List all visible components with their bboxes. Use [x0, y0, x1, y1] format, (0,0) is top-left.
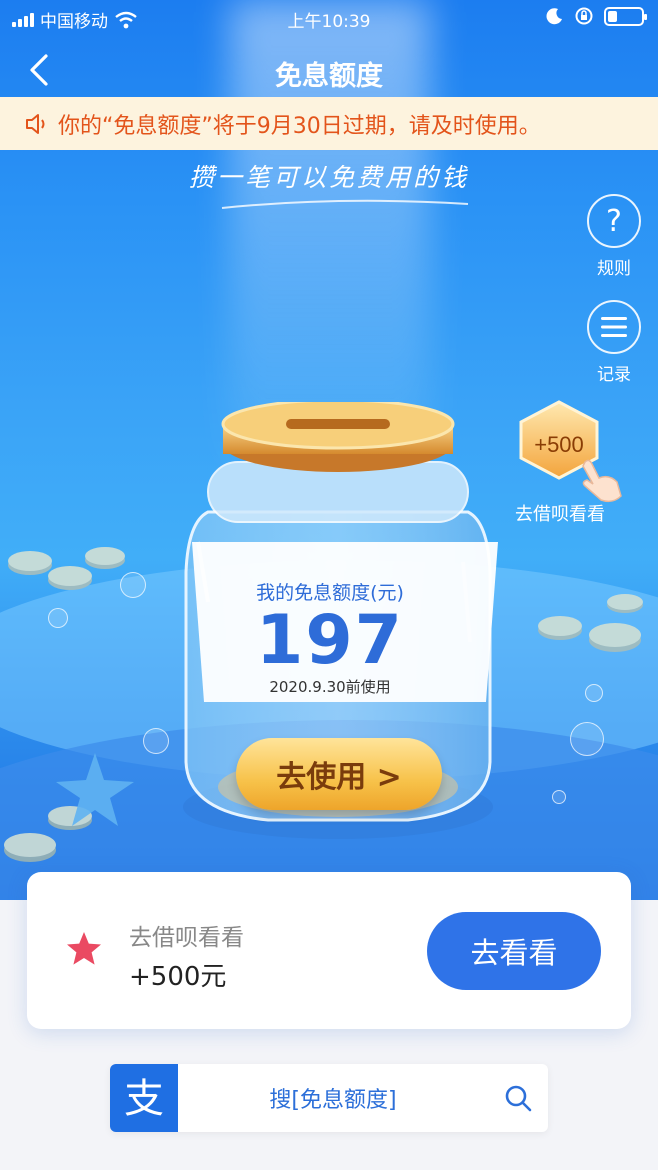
slogan: 攒一笔可以免费用的钱 — [188, 163, 469, 192]
promo-card: 去借呗看看 +500元 去看看 — [27, 872, 631, 1029]
battery-icon — [604, 6, 647, 26]
menu-list-icon — [587, 300, 641, 354]
free-credit-value: 197 — [256, 601, 404, 680]
starfish-icon — [56, 753, 134, 826]
promo-label[interactable]: 去借呗看看 — [500, 500, 620, 526]
rules-button[interactable]: ? 规则 — [586, 194, 642, 279]
expiry-notice-banner: 你的“免息额度”将于9月30日过期，请及时使用。 — [0, 97, 658, 150]
bubble — [585, 684, 603, 702]
slogan-underline — [221, 199, 469, 209]
question-icon: ? — [587, 194, 641, 248]
status-bar: 中国移动 上午10:39 — [0, 0, 658, 36]
coins-pile-right — [538, 594, 643, 652]
page-title: 免息额度 — [275, 61, 383, 92]
promo-badge-text: +500 — [534, 432, 584, 457]
search-text: 搜[免息额度] — [269, 1088, 397, 1113]
alipay-logo: 支 — [110, 1064, 178, 1132]
nav-bar: 免息额度 — [0, 44, 658, 96]
expiry-date: 2020.9.30前使用 — [269, 678, 391, 697]
card-amount: +500元 — [129, 962, 227, 992]
use-button[interactable]: 去使用 > — [236, 738, 442, 810]
bubble — [570, 722, 604, 756]
card-subtitle: 去借呗看看 — [129, 925, 244, 951]
speaker-icon — [26, 113, 45, 134]
search-icon[interactable] — [504, 1084, 532, 1112]
pointing-hand-icon — [582, 459, 622, 503]
rules-label: 规则 — [597, 259, 631, 279]
go-see-button[interactable]: 去看看 — [427, 912, 601, 990]
records-label: 记录 — [597, 365, 631, 385]
search-bar[interactable]: 支 搜[免息额度] — [110, 1064, 548, 1132]
moon-icon — [546, 8, 562, 25]
coins-pile-left — [8, 547, 125, 590]
bubble — [552, 790, 566, 804]
jar-label-area: 我的免息额度(元) 197 2020.9.30前使用 — [195, 578, 465, 697]
notice-text: 你的“免息额度”将于9月30日过期，请及时使用。 — [58, 113, 541, 139]
star-icon — [67, 932, 101, 965]
records-button[interactable]: 记录 — [586, 300, 642, 385]
bubble — [143, 728, 169, 754]
svg-text:支: 支 — [124, 1076, 164, 1122]
rotation-lock-icon — [575, 7, 593, 25]
